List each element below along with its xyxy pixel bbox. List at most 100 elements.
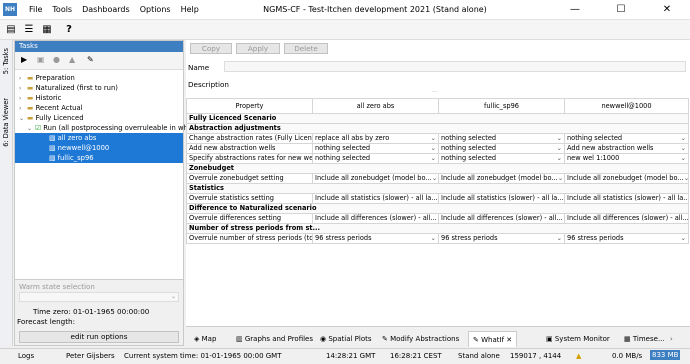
wrench-icon[interactable]: ✎ <box>87 55 94 64</box>
value-dropdown[interactable]: replace all abs by zero ⌄ <box>312 133 439 144</box>
chevron-down-icon: ⌄ <box>430 134 436 143</box>
tree-item[interactable]: › ▬ Recent Actual <box>19 103 83 113</box>
table-row: Specify abstractions rates for new well.… <box>186 153 689 164</box>
tab-modify-abstractions[interactable]: ✎ Modify Abstractions <box>382 331 459 347</box>
table-row: Overrule statistics setting Include all … <box>186 193 689 204</box>
value-dropdown[interactable]: Include all zonebudget (model bo...⌄ <box>312 173 439 184</box>
status-io-rate: 0.0 MB/s <box>612 352 643 360</box>
apply-button[interactable]: Apply <box>236 43 280 54</box>
tree-item-selected[interactable]: ▧ all zero abs <box>15 133 183 143</box>
value-dropdown[interactable]: Include all zonebudget (model bo...⌄ <box>438 173 565 184</box>
chart-icon: ▥ <box>236 335 243 343</box>
tab-whatif[interactable]: ✎ WhatIf ✕ <box>468 331 518 347</box>
value-dropdown[interactable]: Include all differences (slower) - all..… <box>564 213 689 224</box>
value-dropdown[interactable]: new wel 1:1000 ⌄ <box>564 153 689 164</box>
value-dropdown[interactable]: Include all zonebudget (model bo...⌄ <box>564 173 689 184</box>
value-dropdown[interactable]: nothing selected ⌄ <box>438 143 565 154</box>
chevron-down-icon: ⌄ <box>680 134 686 143</box>
table-group-row: Abstraction adjustments <box>186 123 689 134</box>
chevron-down-icon: ⌄ <box>556 144 562 153</box>
tree-item[interactable]: › ▬ Naturalized (first to run) <box>19 83 118 93</box>
tab-timeseries[interactable]: ▦ Timese... <box>624 331 665 347</box>
chevron-down-icon: ⌄ <box>556 234 562 243</box>
chevron-down-icon: ⌄ <box>430 234 436 243</box>
name-field[interactable] <box>224 61 686 72</box>
property-label: Overrule number of stress periods (to... <box>186 233 313 244</box>
tree-item[interactable]: › ▬ Historic <box>19 93 61 103</box>
task-icon: ▧ <box>49 144 56 152</box>
table-header-row: Property all zero abs fullic_sp96 newwel… <box>186 98 689 114</box>
logs-link[interactable]: Logs <box>18 352 34 360</box>
chevron-down-icon: ⌄ <box>680 234 686 243</box>
chevron-down-icon: ⌄ <box>556 154 562 163</box>
value-dropdown[interactable]: 96 stress periods ⌄ <box>312 233 439 244</box>
value-dropdown[interactable]: nothing selected ⌄ <box>312 153 439 164</box>
column-header[interactable]: newwell@1000 <box>564 98 689 114</box>
status-memory[interactable]: 833 MB <box>650 350 681 360</box>
status-time-gmt: 14:28:21 GMT <box>326 352 376 360</box>
tab-graphs[interactable]: ▥ Graphs and Profiles <box>236 331 313 347</box>
forecast-length-label: Forecast length: <box>17 317 76 326</box>
chevron-down-icon: ⌄ <box>431 174 438 183</box>
delete-button[interactable]: Delete <box>284 43 328 54</box>
value-dropdown[interactable]: nothing selected ⌄ <box>438 153 565 164</box>
edit-run-options-button[interactable]: edit run options <box>19 331 179 343</box>
menu-help[interactable]: Help <box>176 0 204 20</box>
menu-dashboards[interactable]: Dashboards <box>77 0 135 20</box>
value-dropdown[interactable]: 96 stress periods ⌄ <box>564 233 689 244</box>
menu-file[interactable]: File <box>24 0 47 20</box>
value-dropdown[interactable]: Include all statistics (slower) - all la… <box>312 193 439 204</box>
value-dropdown[interactable]: Include all differences (slower) - all..… <box>438 213 565 224</box>
tabs-overflow-icon[interactable]: › <box>670 331 673 347</box>
help-icon[interactable]: ? <box>62 23 76 37</box>
tab-spatial-plots[interactable]: ◉ Spatial Plots <box>320 331 372 347</box>
tab-map[interactable]: ◈ Map <box>194 331 216 347</box>
tab-system-monitor[interactable]: ▣ System Monitor <box>546 331 610 347</box>
stop-icon[interactable]: ● <box>53 55 60 64</box>
value-dropdown[interactable]: nothing selected ⌄ <box>312 143 439 154</box>
table-group-row: Number of stress periods from st... <box>186 223 689 234</box>
tab-tasks[interactable]: 5: Tasks <box>2 48 10 74</box>
run-icon[interactable]: ▶ <box>21 55 27 64</box>
close-icon[interactable]: ✕ <box>644 0 690 20</box>
tree-item-selected[interactable]: ▧ fullic_sp96 <box>15 153 183 163</box>
time-zero-label: Time zero: <box>33 307 71 316</box>
grid-icon[interactable]: ▦ <box>40 23 54 37</box>
tree-item-selected[interactable]: ▧ newwell@1000 <box>15 143 183 153</box>
chevron-down-icon: ⌄ <box>170 293 176 300</box>
value-dropdown[interactable]: nothing selected ⌄ <box>438 133 565 144</box>
close-tab-icon: ✕ <box>506 336 513 344</box>
value-dropdown[interactable]: nothing selected ⌄ <box>564 133 689 144</box>
minimize-icon[interactable]: — <box>552 0 598 20</box>
table-row: Overrule zonebudget setting Include all … <box>186 173 689 184</box>
menu-tools[interactable]: Tools <box>47 0 77 20</box>
value-dropdown[interactable]: 96 stress periods ⌄ <box>438 233 565 244</box>
column-header[interactable]: fullic_sp96 <box>438 98 565 114</box>
tree-item[interactable]: ⌄ ▬ Fully Licenced <box>19 113 84 123</box>
column-header[interactable]: Property <box>186 98 313 114</box>
tree-item[interactable]: › ▬ Preparation <box>19 73 75 83</box>
value-dropdown[interactable]: Add new abstraction wells ⌄ <box>564 143 689 154</box>
tree-item[interactable]: ⌄ ☑ Run (all postprocessing overruleable … <box>27 123 202 133</box>
maximize-icon[interactable]: ☐ <box>598 0 644 20</box>
layout-icon[interactable]: ▤ <box>4 23 18 37</box>
splitter-handle[interactable]: ··· <box>432 89 438 96</box>
copy-button[interactable]: Copy <box>190 43 232 54</box>
collapse-icon[interactable]: ⌄ <box>19 114 27 124</box>
title-bar: NH File Tools Dashboards Options Help NG… <box>0 0 690 20</box>
value-dropdown[interactable]: Include all differences (slower) - all..… <box>312 213 439 224</box>
warm-state-select[interactable]: ⌄ <box>19 292 179 302</box>
column-header[interactable]: all zero abs <box>312 98 439 114</box>
save-icon[interactable]: ▣ <box>37 55 45 64</box>
warning-icon[interactable]: ▲ <box>576 352 581 360</box>
value-dropdown[interactable]: Include all statistics (slower) - all la… <box>564 193 689 204</box>
warning-icon[interactable]: ▲ <box>69 55 75 64</box>
value-dropdown[interactable]: Include all statistics (slower) - all la… <box>438 193 565 204</box>
tasks-toolbar: ▶ ▣ ● ▲ ✎ <box>15 52 183 70</box>
status-mode: Stand alone <box>458 352 500 360</box>
chevron-down-icon: ⌄ <box>557 174 564 183</box>
menu-options[interactable]: Options <box>135 0 176 20</box>
tab-data-viewer[interactable]: 6: Data Viewer <box>2 98 10 147</box>
list-icon[interactable]: ☰ <box>22 23 36 37</box>
folder-icon: ▬ <box>27 94 34 102</box>
